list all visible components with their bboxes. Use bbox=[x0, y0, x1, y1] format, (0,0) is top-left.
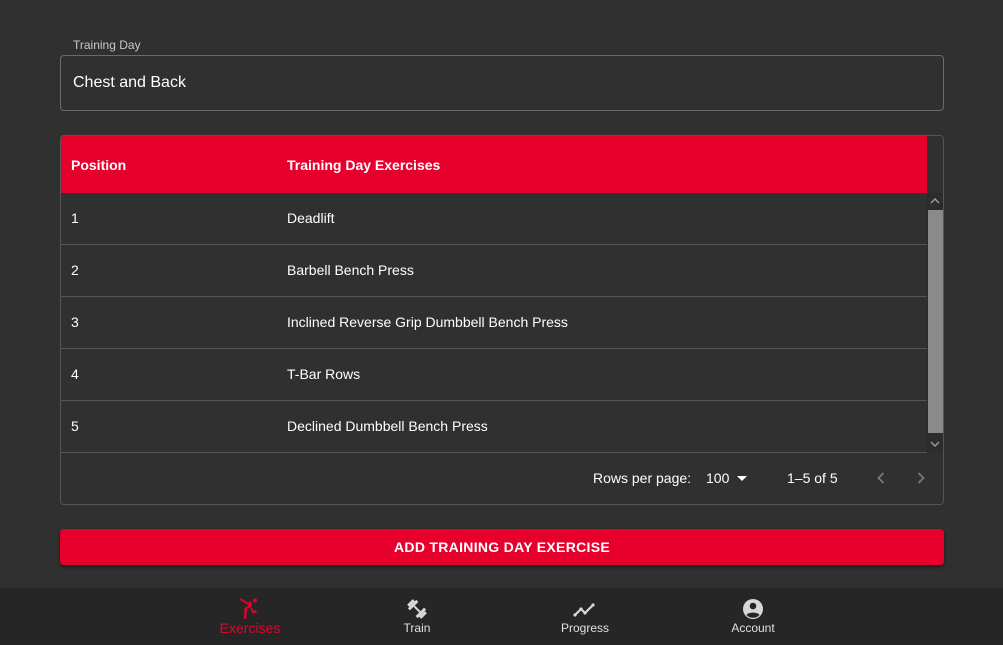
training-day-label: Training Day bbox=[73, 38, 141, 52]
cell-exercise: Declined Dumbbell Bench Press bbox=[287, 418, 488, 434]
table-body: 1 Deadlift 2 Barbell Bench Press 3 Incli… bbox=[61, 193, 927, 453]
column-header-exercises[interactable]: Training Day Exercises bbox=[287, 157, 440, 173]
dropdown-arrow-icon bbox=[737, 475, 748, 481]
trend-line-icon bbox=[573, 603, 595, 617]
nav-item-account[interactable]: Account bbox=[693, 588, 813, 645]
dumbbell-icon bbox=[407, 599, 427, 619]
nav-label-exercises: Exercises bbox=[219, 620, 281, 636]
pagination-range: 1–5 of 5 bbox=[787, 470, 838, 486]
add-training-day-exercise-button[interactable]: ADD TRAINING DAY EXERCISE bbox=[60, 529, 944, 565]
bottom-navigation: Exercises Train Progress Account bbox=[0, 588, 1003, 645]
table-row[interactable]: 1 Deadlift bbox=[61, 193, 927, 245]
cell-exercise: Deadlift bbox=[287, 210, 335, 226]
cell-position: 4 bbox=[71, 366, 79, 382]
header-scroll-corner bbox=[927, 136, 943, 193]
column-header-position[interactable]: Position bbox=[71, 157, 126, 173]
table-row[interactable]: 4 T-Bar Rows bbox=[61, 349, 927, 401]
table-header: Position Training Day Exercises bbox=[61, 136, 927, 193]
cell-exercise: Inclined Reverse Grip Dumbbell Bench Pre… bbox=[287, 314, 568, 330]
training-day-field: Training Day Chest and Back bbox=[60, 38, 944, 111]
cell-position: 3 bbox=[71, 314, 79, 330]
rows-per-page-label: Rows per page: bbox=[593, 470, 692, 486]
table-row[interactable]: 5 Declined Dumbbell Bench Press bbox=[61, 401, 927, 453]
table-row[interactable]: 2 Barbell Bench Press bbox=[61, 245, 927, 297]
rows-per-page-select[interactable]: 100 bbox=[706, 452, 748, 504]
nav-item-exercises[interactable]: Exercises bbox=[190, 588, 310, 645]
training-day-input[interactable]: Chest and Back bbox=[60, 55, 944, 111]
next-page-button[interactable] bbox=[909, 466, 933, 490]
cell-exercise: Barbell Bench Press bbox=[287, 262, 414, 278]
nav-label-account: Account bbox=[731, 621, 775, 635]
table-row[interactable]: 3 Inclined Reverse Grip Dumbbell Bench P… bbox=[61, 297, 927, 349]
cell-exercise: T-Bar Rows bbox=[287, 366, 361, 382]
table-pagination: Rows per page: 100 1–5 of 5 bbox=[61, 452, 943, 504]
nav-label-train: Train bbox=[403, 621, 431, 635]
chevron-right-icon bbox=[917, 472, 925, 484]
nav-item-progress[interactable]: Progress bbox=[525, 588, 645, 645]
cell-position: 2 bbox=[71, 262, 79, 278]
cell-position: 1 bbox=[71, 210, 79, 226]
table-scrollbar[interactable] bbox=[927, 193, 943, 452]
scrollbar-thumb[interactable] bbox=[928, 210, 943, 433]
kick-icon bbox=[240, 598, 257, 619]
nav-label-progress: Progress bbox=[560, 621, 610, 635]
exercises-table: Position Training Day Exercises 1 Deadli… bbox=[60, 135, 944, 505]
account-circle-icon bbox=[743, 599, 763, 619]
scroll-down-arrow-icon[interactable] bbox=[927, 436, 943, 452]
scroll-up-arrow-icon[interactable] bbox=[927, 193, 943, 209]
previous-page-button[interactable] bbox=[869, 466, 893, 490]
rows-per-page-value: 100 bbox=[706, 470, 730, 486]
chevron-left-icon bbox=[877, 472, 885, 484]
nav-item-train[interactable]: Train bbox=[357, 588, 477, 645]
cell-position: 5 bbox=[71, 418, 79, 434]
